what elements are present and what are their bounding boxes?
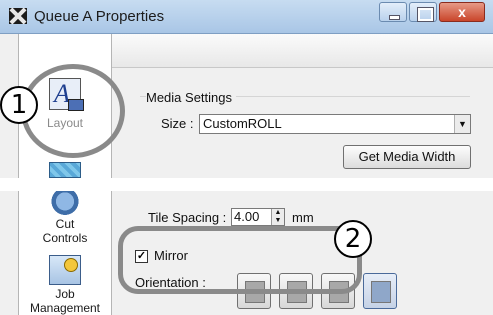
sidebar-item-job-management[interactable]: Job Management bbox=[18, 255, 112, 315]
tile-spacing-input[interactable]: 4.00 ▲ ▼ bbox=[231, 208, 285, 226]
screenshot-break bbox=[0, 178, 493, 191]
tile-spacing-value: 4.00 bbox=[234, 209, 260, 224]
maximize-button[interactable] bbox=[409, 2, 437, 22]
callout-number-1: 1 bbox=[0, 86, 38, 124]
callout-number-2: 2 bbox=[334, 220, 372, 258]
close-button[interactable]: x bbox=[439, 2, 485, 22]
sidebar-item-label: Job Management bbox=[29, 287, 101, 315]
sidebar-item-cut-controls[interactable]: Cut Controls bbox=[18, 191, 112, 245]
size-value: CustomROLL bbox=[203, 116, 282, 131]
job-management-icon bbox=[49, 255, 81, 285]
media-settings-label: Media Settings bbox=[146, 90, 236, 105]
size-label: Size : bbox=[161, 116, 194, 131]
title-bar: Queue A Properties x bbox=[0, 0, 493, 34]
window-title: Queue A Properties bbox=[34, 8, 165, 25]
window-controls: x bbox=[377, 2, 485, 22]
tile-spacing-label: Tile Spacing : bbox=[148, 210, 227, 225]
spinner-icon[interactable]: ▲ ▼ bbox=[271, 209, 284, 225]
tile-spacing-unit: mm bbox=[292, 210, 314, 225]
chevron-down-icon[interactable]: ▼ bbox=[454, 115, 470, 133]
sidebar-item-partial[interactable] bbox=[18, 162, 112, 178]
app-icon bbox=[9, 8, 27, 24]
orientation-button-4[interactable] bbox=[363, 273, 397, 309]
minimize-button[interactable] bbox=[379, 2, 407, 22]
sidebar-item-label: Cut Controls bbox=[42, 217, 88, 245]
cut-controls-icon bbox=[49, 191, 81, 217]
partial-icon bbox=[49, 162, 81, 178]
callout-rounded-box-2 bbox=[118, 226, 362, 294]
get-media-width-button[interactable]: Get Media Width bbox=[343, 145, 471, 169]
size-dropdown[interactable]: CustomROLL ▼ bbox=[199, 114, 471, 134]
